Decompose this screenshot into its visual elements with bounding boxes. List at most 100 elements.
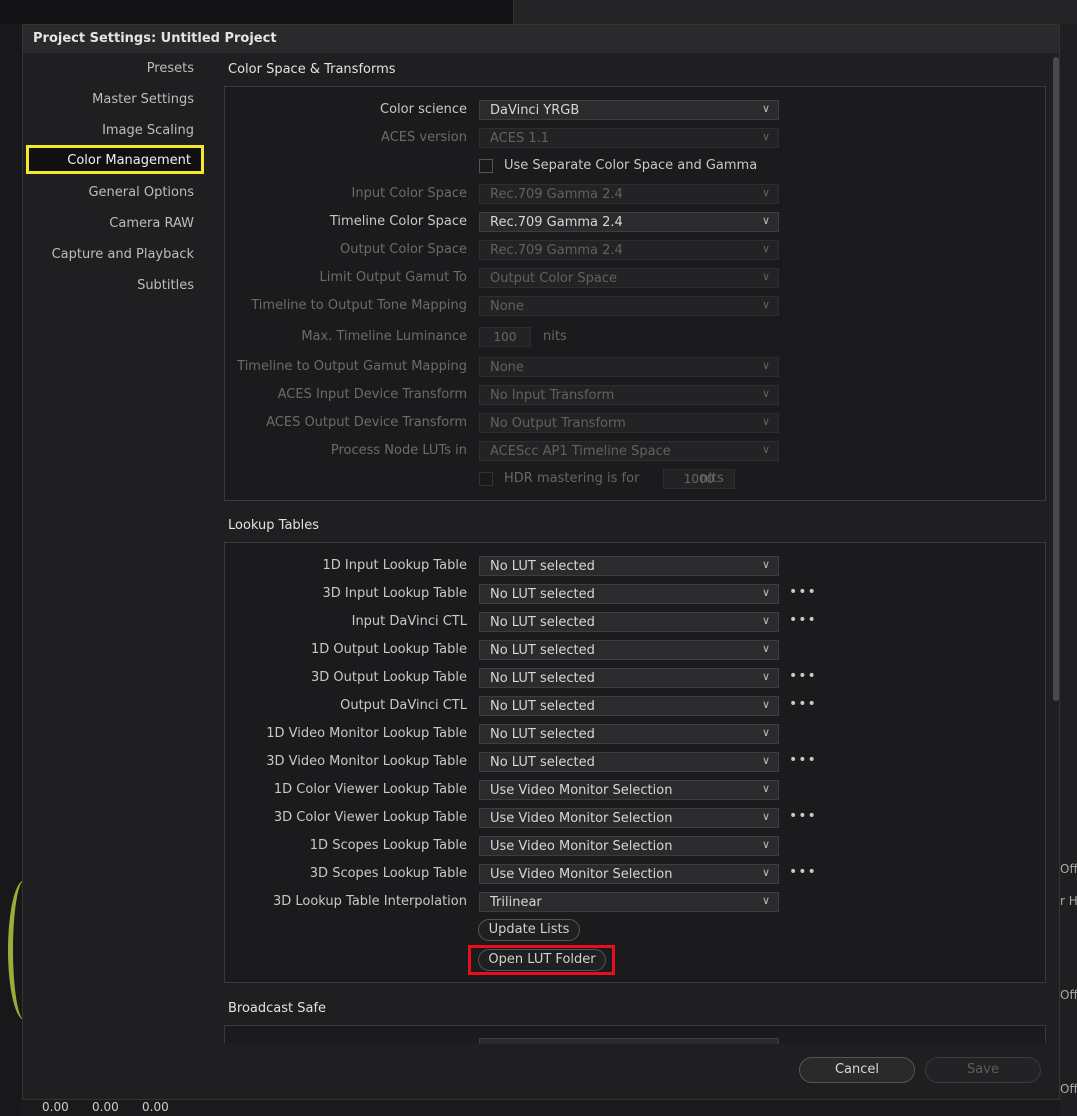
background-value: 0.00 — [92, 1100, 119, 1114]
save-button[interactable]: Save — [925, 1057, 1041, 1083]
aces-version-row: ACES version ACES 1.1 ∨ — [225, 128, 1045, 148]
color-science-dropdown[interactable]: DaVinci YRGB ∨ — [479, 100, 779, 120]
nav-item-image-scaling[interactable]: Image Scaling — [102, 123, 194, 138]
chevron-down-icon: ∨ — [761, 586, 770, 599]
nav-item-general-options[interactable]: General Options — [88, 185, 194, 200]
lut-dropdown[interactable]: No LUT selected ∨ — [479, 556, 779, 576]
input-color-space-label: Input Color Space — [351, 186, 467, 201]
more-horizontal-icon[interactable]: ••• — [789, 668, 817, 684]
limit-gamut-dropdown[interactable]: Output Color Space ∨ — [479, 268, 779, 288]
nav-item-color-management[interactable]: Color Management — [26, 145, 204, 174]
aces-idt-dropdown[interactable]: No Input Transform ∨ — [479, 385, 779, 405]
more-horizontal-icon[interactable]: ••• — [789, 696, 817, 712]
more-horizontal-icon[interactable]: ••• — [789, 864, 817, 880]
chevron-down-icon: ∨ — [761, 214, 770, 227]
dropdown-value: Trilinear — [490, 895, 542, 910]
lut-dropdown[interactable]: No LUT selected ∨ — [479, 724, 779, 744]
lut-row-label: 3D Video Monitor Lookup Table — [266, 754, 467, 769]
dropdown-value: No LUT selected — [490, 559, 595, 574]
aces-odt-label: ACES Output Device Transform — [266, 415, 467, 430]
aces-idt-row: ACES Input Device Transform No Input Tra… — [225, 385, 1045, 405]
more-horizontal-icon[interactable]: ••• — [789, 584, 817, 600]
timeline-color-space-row: Timeline Color Space Rec.709 Gamma 2.4 ∨ — [225, 212, 1045, 232]
dropdown-value: None — [490, 299, 524, 314]
nav-item-master-settings[interactable]: Master Settings — [92, 92, 194, 107]
settings-scrollbar[interactable] — [1053, 57, 1059, 701]
lut-dropdown[interactable]: No LUT selected ∨ — [479, 612, 779, 632]
process-luts-dropdown[interactable]: ACEScc AP1 Timeline Space ∨ — [479, 441, 779, 461]
chevron-down-icon: ∨ — [761, 102, 770, 115]
lut-row-label: 3D Output Lookup Table — [311, 670, 467, 685]
dropdown-value: Rec.709 Gamma 2.4 — [490, 215, 623, 230]
hdr-nits-field[interactable]: 1000 — [663, 469, 735, 489]
dropdown-value: No LUT selected — [490, 671, 595, 686]
nav-item-camera-raw[interactable]: Camera RAW — [109, 216, 194, 231]
background-value: 0.00 — [42, 1100, 69, 1114]
lut-dropdown[interactable]: No LUT selected ∨ — [479, 752, 779, 772]
more-horizontal-icon[interactable]: ••• — [789, 808, 817, 824]
chevron-down-icon: ∨ — [761, 726, 770, 739]
lookup-tables-panel: 1D Input Lookup Table No LUT selected ∨ 3D … — [224, 542, 1046, 983]
chevron-down-icon: ∨ — [761, 782, 770, 795]
output-color-space-dropdown[interactable]: Rec.709 Gamma 2.4 ∨ — [479, 240, 779, 260]
nav-item-subtitles[interactable]: Subtitles — [137, 278, 194, 293]
dropdown-value: Use Video Monitor Selection — [490, 783, 673, 798]
section-title-color-space: Color Space & Transforms — [228, 62, 396, 77]
tone-mapping-dropdown[interactable]: None ∨ — [479, 296, 779, 316]
cancel-button[interactable]: Cancel — [799, 1057, 915, 1083]
timeline-color-space-dropdown[interactable]: Rec.709 Gamma 2.4 ∨ — [479, 212, 779, 232]
dropdown-value: No LUT selected — [490, 587, 595, 602]
aces-odt-row: ACES Output Device Transform No Output T… — [225, 413, 1045, 433]
lut-dropdown[interactable]: Use Video Monitor Selection ∨ — [479, 864, 779, 884]
chevron-down-icon: ∨ — [761, 298, 770, 311]
background-timeline — [513, 0, 1077, 24]
dropdown-value: No LUT selected — [490, 727, 595, 742]
more-horizontal-icon[interactable]: ••• — [789, 612, 817, 628]
dropdown-value: DaVinci YRGB — [490, 103, 580, 118]
more-horizontal-icon[interactable]: ••• — [789, 752, 817, 768]
lut-dropdown[interactable]: No LUT selected ∨ — [479, 584, 779, 604]
input-color-space-dropdown[interactable]: Rec.709 Gamma 2.4 ∨ — [479, 184, 779, 204]
nav-item-presets[interactable]: Presets — [147, 61, 194, 76]
broadcast-dropdown-partial[interactable] — [479, 1038, 779, 1044]
lut-dropdown[interactable]: No LUT selected ∨ — [479, 668, 779, 688]
aces-version-dropdown[interactable]: ACES 1.1 ∨ — [479, 128, 779, 148]
lut-dropdown[interactable]: Trilinear ∨ — [479, 892, 779, 912]
tone-mapping-row: Timeline to Output Tone Mapping None ∨ — [225, 296, 1045, 316]
hdr-mastering-checkbox[interactable] — [479, 472, 493, 486]
chevron-down-icon: ∨ — [761, 810, 770, 823]
dropdown-value: No LUT selected — [490, 643, 595, 658]
dialog-titlebar: Project Settings: Untitled Project — [23, 25, 1059, 53]
lut-dropdown[interactable]: No LUT selected ∨ — [479, 640, 779, 660]
update-lists-button[interactable]: Update Lists — [478, 919, 580, 941]
max-luminance-field[interactable]: 100 — [479, 327, 531, 347]
aces-version-label: ACES version — [381, 130, 467, 145]
lut-dropdown[interactable]: No LUT selected ∨ — [479, 696, 779, 716]
dropdown-value: Use Video Monitor Selection — [490, 839, 673, 854]
nav-item-capture-playback[interactable]: Capture and Playback — [52, 247, 194, 262]
dropdown-value: No LUT selected — [490, 699, 595, 714]
aces-odt-dropdown[interactable]: No Output Transform ∨ — [479, 413, 779, 433]
color-space-panel: Color science DaVinci YRGB ∨ ACES version… — [224, 86, 1046, 501]
process-luts-row: Process Node LUTs in ACEScc AP1 Timeline… — [225, 441, 1045, 461]
lut-dropdown[interactable]: Use Video Monitor Selection ∨ — [479, 808, 779, 828]
chevron-down-icon: ∨ — [761, 642, 770, 655]
lut-dropdown[interactable]: Use Video Monitor Selection ∨ — [479, 836, 779, 856]
chevron-down-icon: ∨ — [761, 415, 770, 428]
section-title-lookup-tables: Lookup Tables — [228, 518, 320, 533]
chevron-down-icon: ∨ — [761, 754, 770, 767]
lut-row: 3D Color Viewer Lookup Table Use Video Mo… — [225, 808, 1045, 828]
gamut-mapping-dropdown[interactable]: None ∨ — [479, 357, 779, 377]
dropdown-value: ACES 1.1 — [490, 131, 550, 146]
chevron-down-icon: ∨ — [761, 614, 770, 627]
separate-color-space-row: Use Separate Color Space and Gamma — [225, 156, 1045, 176]
dropdown-value: None — [490, 360, 524, 375]
background-value: 0.00 — [142, 1100, 169, 1114]
dropdown-value: No Output Transform — [490, 416, 626, 431]
lut-row: 1D Output Lookup Table No LUT selected ∨ — [225, 640, 1045, 660]
lut-dropdown[interactable]: Use Video Monitor Selection ∨ — [479, 780, 779, 800]
section-title-broadcast-safe: Broadcast Safe — [228, 1001, 327, 1016]
lut-row-label: 1D Color Viewer Lookup Table — [273, 782, 467, 797]
separate-color-space-checkbox[interactable] — [479, 159, 493, 173]
background-right-panel — [1060, 24, 1077, 1116]
